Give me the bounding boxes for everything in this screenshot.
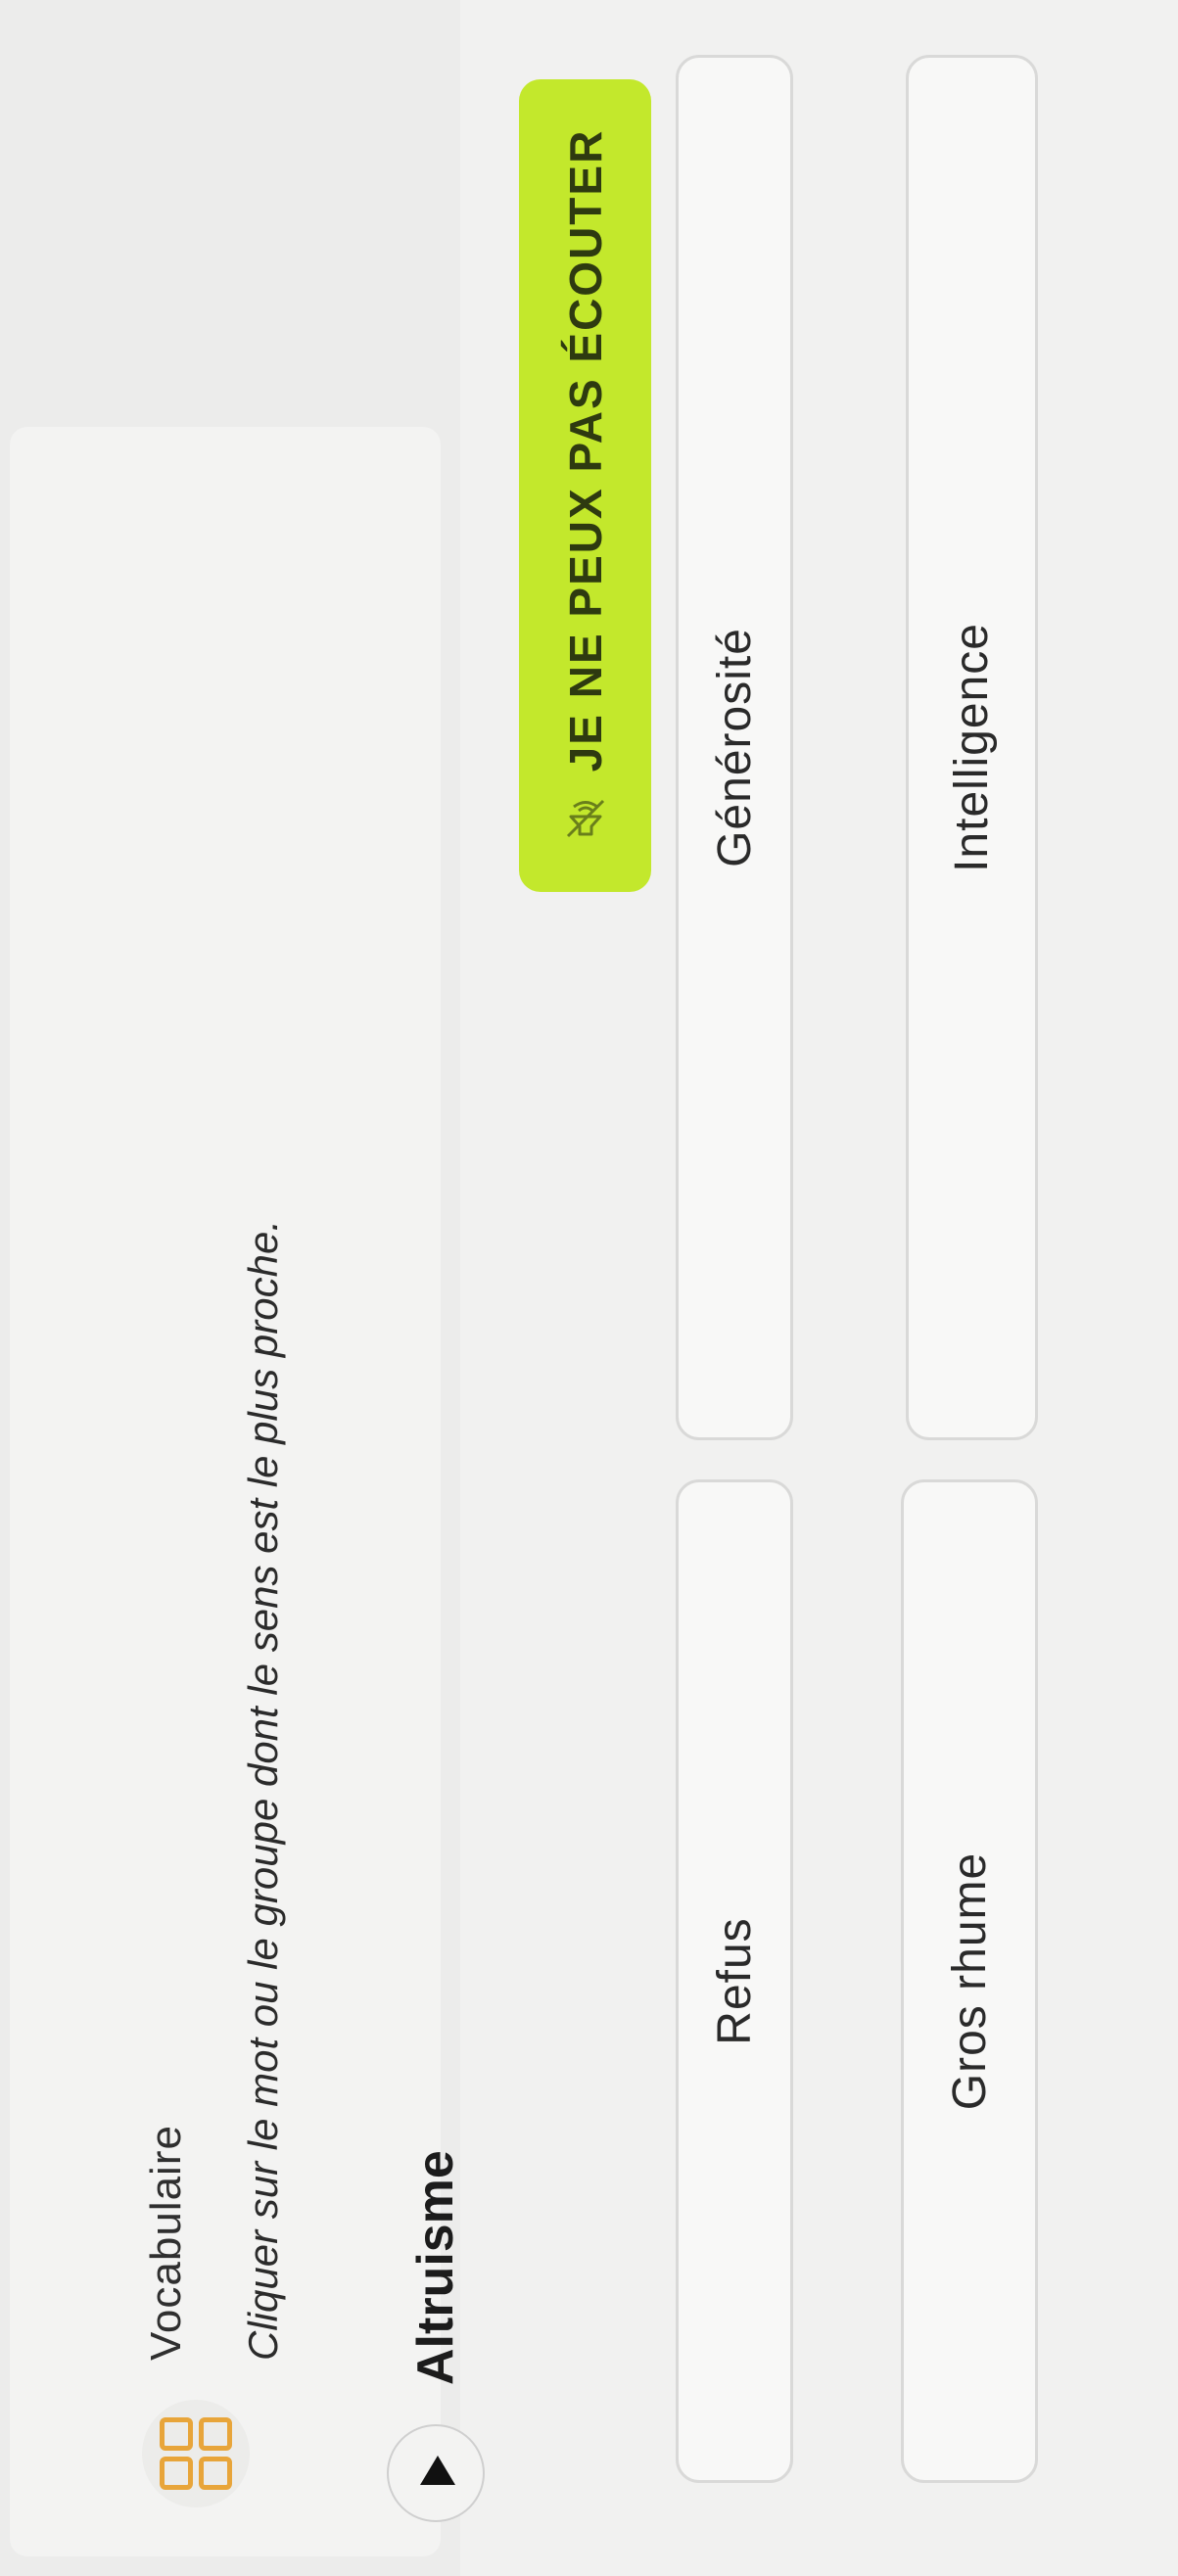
speaker-muted-icon xyxy=(566,800,604,838)
play-audio-button[interactable] xyxy=(387,2424,485,2522)
answer-option-label: Refus xyxy=(708,1917,761,2045)
answer-option-label: Gros rhume xyxy=(943,1851,996,2111)
play-triangle-icon xyxy=(420,2456,455,2485)
app-title: Vocabulaire xyxy=(142,2125,190,2361)
grid-squares-icon xyxy=(142,2400,250,2507)
cant-listen-button[interactable]: JE NE PEUX PAS ÉCOUTER xyxy=(519,79,651,892)
instruction-text: Cliquer sur le mot ou le groupe dont le … xyxy=(240,1220,286,2361)
answer-option-intelligence[interactable]: Intelligence xyxy=(906,55,1038,1440)
answer-option-refus[interactable]: Refus xyxy=(676,1479,793,2483)
answer-option-generosite[interactable]: Générosité xyxy=(676,55,793,1440)
header-card xyxy=(10,427,441,2556)
cant-listen-label: JE NE PEUX PAS ÉCOUTER xyxy=(559,128,611,773)
answer-option-label: Générosité xyxy=(708,628,761,867)
header-background xyxy=(0,0,460,2576)
answer-option-gros-rhume[interactable]: Gros rhume xyxy=(901,1479,1038,2483)
answer-option-label: Intelligence xyxy=(946,623,998,872)
target-word: Altruisme xyxy=(407,2150,464,2385)
exercise-screen: Vocabulaire Cliquer sur le mot ou le gro… xyxy=(0,0,1178,2576)
